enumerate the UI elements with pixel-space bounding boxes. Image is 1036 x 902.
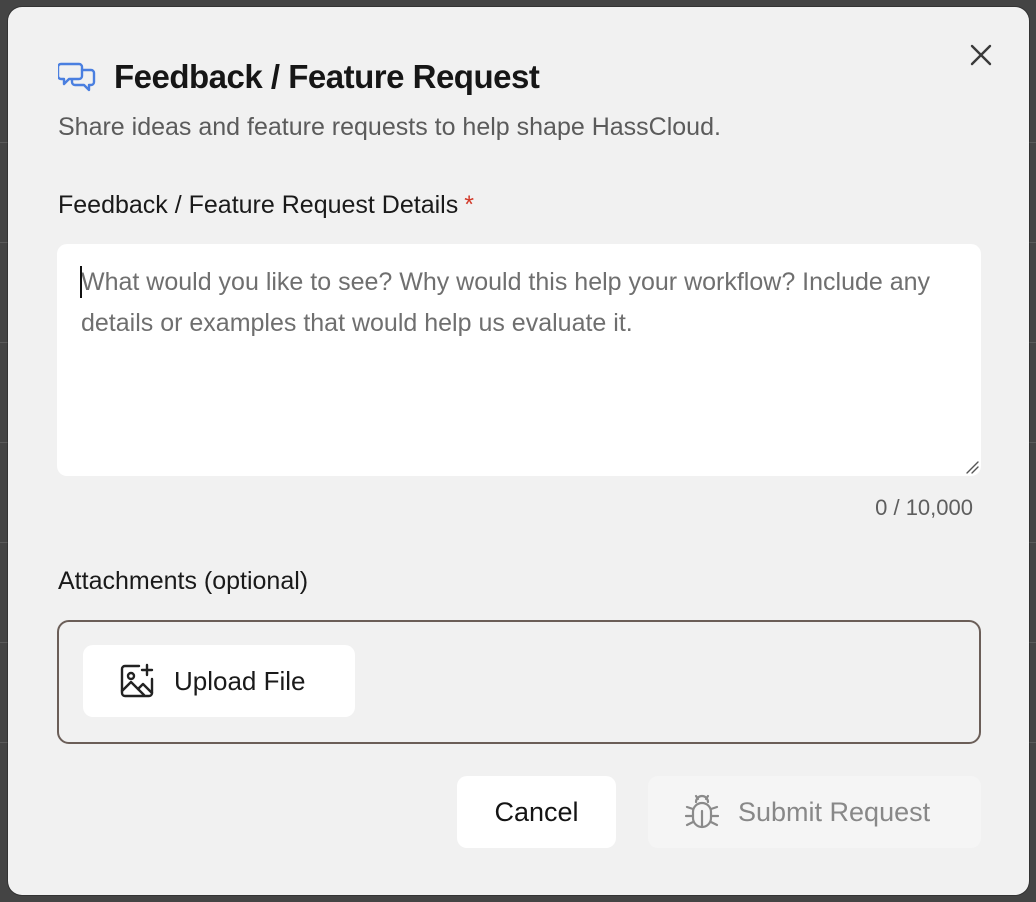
close-icon [969,43,993,72]
feedback-dialog: Feedback / Feature Request Share ideas a… [8,7,1029,895]
upload-file-button[interactable]: Upload File [83,645,355,717]
details-placeholder: What would you like to see? Why would th… [81,268,931,337]
required-marker: * [464,191,474,219]
chat-bubbles-icon [58,58,96,96]
submit-request-label: Submit Request [738,796,931,827]
bug-icon [684,792,720,832]
details-field-label: Feedback / Feature Request Details * [58,191,474,220]
close-button[interactable] [966,42,996,72]
submit-request-button[interactable]: Submit Request [648,776,981,848]
image-add-icon [118,662,156,700]
cancel-button[interactable]: Cancel [457,776,616,848]
details-textarea[interactable]: What would you like to see? Why would th… [57,244,981,476]
text-caret [80,266,82,298]
dialog-header: Feedback / Feature Request [58,57,540,97]
character-counter: 0 / 10,000 [875,495,973,520]
dialog-subtitle: Share ideas and feature requests to help… [58,113,721,141]
resize-handle-icon[interactable] [965,460,979,474]
details-label-text: Feedback / Feature Request Details [58,191,459,219]
attachments-label: Attachments (optional) [58,567,309,595]
upload-file-label: Upload File [174,665,306,696]
attachments-dropzone[interactable]: Upload File [57,620,981,744]
dialog-title: Feedback / Feature Request [114,58,540,95]
